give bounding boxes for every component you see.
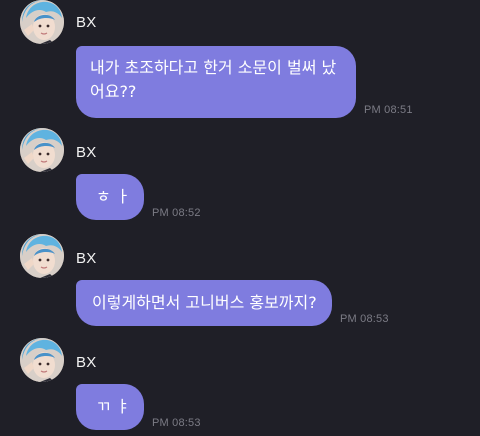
sender-name: BX	[76, 354, 97, 371]
message-timestamp: PM 08:53	[340, 313, 389, 325]
sender-name: BX	[76, 14, 97, 31]
message-bubble[interactable]: ㅎ ㅏ	[76, 174, 144, 220]
avatar[interactable]	[20, 234, 64, 278]
message-bubble[interactable]: 이렇게하면서 고니버스 홍보까지?	[76, 280, 332, 326]
message-timestamp: PM 08:51	[364, 104, 413, 116]
avatar-photo-icon	[20, 0, 64, 44]
message-bubble[interactable]: 내가 초조하다고 한거 소문이 벌써 났 어요??	[76, 46, 356, 118]
sender-name: BX	[76, 250, 97, 267]
message-bubble[interactable]: ㄲ ㅑ	[76, 384, 144, 430]
avatar-photo-icon	[20, 128, 64, 172]
avatar-photo-icon	[20, 234, 64, 278]
avatar-photo-icon	[20, 338, 64, 382]
message-timestamp: PM 08:53	[152, 417, 201, 429]
avatar[interactable]	[20, 0, 64, 44]
avatar[interactable]	[20, 338, 64, 382]
chat-window: BX 내가 초조하다고 한거 소문이 벌써 났 어요?? PM 08:51 BX…	[0, 0, 480, 436]
message-timestamp: PM 08:52	[152, 207, 201, 219]
avatar[interactable]	[20, 128, 64, 172]
sender-name: BX	[76, 144, 97, 161]
